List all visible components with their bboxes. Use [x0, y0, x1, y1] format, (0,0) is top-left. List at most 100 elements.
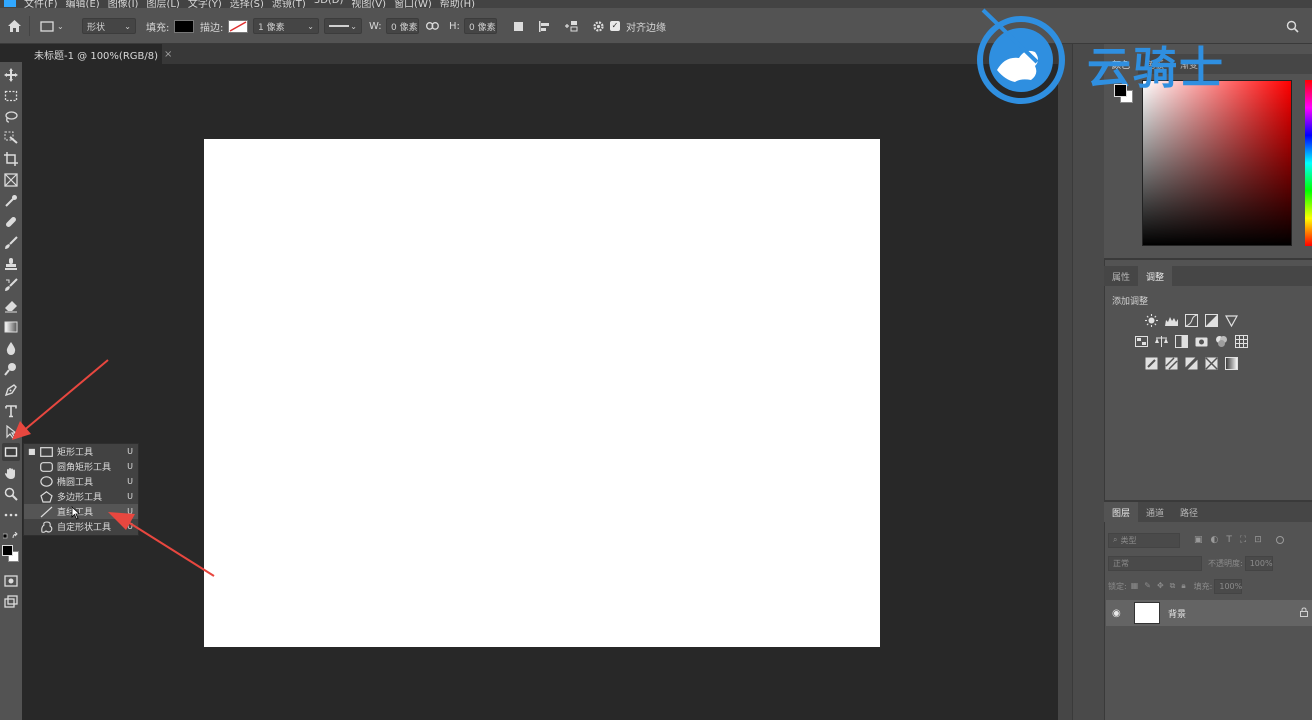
menu-type[interactable]: 文字(Y) [184, 0, 226, 8]
close-tab-icon[interactable]: × [164, 49, 172, 60]
black-white-icon[interactable] [1174, 334, 1188, 348]
home-button[interactable] [7, 8, 22, 44]
vibrance-icon[interactable] [1224, 313, 1238, 327]
menu-filter[interactable]: 滤镜(T) [268, 0, 310, 8]
opacity-field[interactable]: 100% [1244, 555, 1273, 571]
menu-view[interactable]: 视图(V) [347, 0, 390, 8]
lock-position-icon[interactable]: ✥ [1157, 581, 1164, 591]
frame-tool[interactable] [2, 171, 20, 189]
menu-layer[interactable]: 图层(L) [142, 0, 183, 8]
zoom-tool[interactable] [2, 485, 20, 503]
path-operations-icon[interactable] [512, 20, 525, 33]
path-selection-tool[interactable] [2, 423, 20, 441]
quick-mask-button[interactable] [2, 572, 20, 590]
document-canvas[interactable] [204, 139, 880, 647]
pixel-filter-icon[interactable]: ▣ [1194, 535, 1203, 545]
curves-icon[interactable] [1184, 313, 1198, 327]
photoshop-logo-icon[interactable] [4, 0, 16, 7]
crop-tool[interactable] [2, 150, 20, 168]
healing-brush-tool[interactable] [2, 213, 20, 231]
fill-field[interactable]: 100% [1214, 578, 1243, 594]
edit-toolbar-button[interactable] [2, 506, 20, 524]
foreground-color-swatch[interactable] [2, 545, 13, 556]
panel-foreground-swatch[interactable] [1114, 84, 1127, 97]
hue-slider[interactable] [1305, 80, 1312, 246]
shape-mode-select[interactable]: 形状 ⌄ [82, 18, 136, 34]
layer-row[interactable]: ◉ 背景 [1106, 600, 1312, 626]
workspace-scrollbar[interactable] [1058, 44, 1072, 720]
flyout-item-custom-shape[interactable]: 自定形状工具 U [24, 519, 138, 534]
tab-paths[interactable]: 路径 [1172, 502, 1206, 522]
blend-mode-select[interactable]: 正常 [1108, 555, 1202, 571]
tab-adjustments[interactable]: 调整 [1138, 266, 1173, 286]
pen-tool[interactable] [2, 381, 20, 399]
flyout-item-rectangle[interactable]: ■ 矩形工具 U [24, 444, 138, 459]
gradient-tool[interactable] [2, 318, 20, 336]
menu-select[interactable]: 选择(S) [226, 0, 268, 8]
lasso-tool[interactable] [2, 108, 20, 126]
levels-icon[interactable] [1164, 313, 1178, 327]
type-filter-icon[interactable]: T [1226, 535, 1232, 545]
threshold-icon[interactable] [1184, 356, 1198, 370]
photo-filter-icon[interactable] [1194, 334, 1208, 348]
filter-toggle-icon[interactable] [1275, 536, 1284, 544]
layer-lock-icon[interactable] [1300, 606, 1308, 620]
eraser-tool[interactable] [2, 297, 20, 315]
fill-swatch[interactable] [174, 19, 194, 33]
selective-color-icon[interactable] [1204, 356, 1218, 370]
menu-edit[interactable]: 编辑(E) [62, 0, 104, 8]
blur-tool[interactable] [2, 339, 20, 357]
eye-visibility-icon[interactable]: ◉ [1112, 608, 1121, 619]
menu-file[interactable]: 文件(F) [20, 0, 62, 8]
eyedropper-tool[interactable] [2, 192, 20, 210]
height-field[interactable]: 0 像素 [464, 18, 497, 34]
tab-properties[interactable]: 属性 [1104, 266, 1138, 286]
stroke-width-field[interactable]: 1 像素 ⌄ [253, 18, 319, 34]
history-brush-tool[interactable] [2, 276, 20, 294]
width-field[interactable]: 0 像素 [386, 18, 419, 34]
dodge-tool[interactable] [2, 360, 20, 378]
flyout-item-ellipse[interactable]: 椭圆工具 U [24, 474, 138, 489]
adjustment-filter-icon[interactable]: ◐ [1211, 535, 1219, 545]
clone-stamp-tool[interactable] [2, 255, 20, 273]
stroke-type-select[interactable]: ⌄ [324, 18, 362, 34]
path-alignment-icon[interactable] [538, 20, 551, 33]
quick-selection-tool[interactable] [2, 129, 20, 147]
shape-filter-icon[interactable]: ⛶ [1240, 535, 1246, 545]
move-tool[interactable] [2, 66, 20, 84]
screen-mode-button[interactable] [2, 593, 20, 611]
menu-3d[interactable]: 3D(D) [310, 0, 348, 8]
lock-artboard-icon[interactable]: ⧉ [1170, 581, 1176, 591]
flyout-item-polygon[interactable]: 多边形工具 U [24, 489, 138, 504]
align-edges-checkbox[interactable]: ✓ [610, 21, 620, 31]
document-tab[interactable]: 未标题-1 @ 100%(RGB/8) × [26, 44, 172, 64]
menu-help[interactable]: 帮助(H) [436, 0, 479, 8]
menu-image[interactable]: 图像(I) [104, 0, 143, 8]
hand-tool[interactable] [2, 464, 20, 482]
lock-transparent-icon[interactable]: ▦ [1131, 581, 1139, 591]
hue-saturation-icon[interactable] [1134, 334, 1148, 348]
layer-filter-select[interactable]: ⌕ 类型 [1108, 532, 1180, 548]
flyout-item-rounded-rectangle[interactable]: 圆角矩形工具 U [24, 459, 138, 474]
marquee-tool[interactable] [2, 87, 20, 105]
link-icon[interactable] [426, 22, 439, 30]
menu-window[interactable]: 窗口(W) [390, 0, 436, 8]
brush-tool[interactable] [2, 234, 20, 252]
invert-icon[interactable] [1144, 356, 1158, 370]
lock-all-icon[interactable]: 🔒︎ [1181, 581, 1185, 591]
flyout-item-line[interactable]: 直线工具 U [24, 504, 138, 519]
channel-mixer-icon[interactable] [1214, 334, 1228, 348]
type-tool[interactable] [2, 402, 20, 420]
exposure-icon[interactable] [1204, 313, 1218, 327]
stroke-swatch[interactable] [228, 19, 248, 33]
tool-preset-picker[interactable]: ⌄ [40, 8, 64, 44]
color-lookup-icon[interactable] [1234, 334, 1248, 348]
color-balance-icon[interactable] [1154, 334, 1168, 348]
gear-icon[interactable] [592, 20, 605, 33]
rectangle-tool[interactable] [2, 443, 20, 461]
swap-colors-icon[interactable] [2, 531, 19, 540]
brightness-icon[interactable] [1144, 313, 1158, 327]
gradient-map-icon[interactable] [1224, 356, 1238, 370]
tab-channels[interactable]: 通道 [1138, 502, 1172, 522]
path-arrangement-icon[interactable] [563, 19, 579, 33]
